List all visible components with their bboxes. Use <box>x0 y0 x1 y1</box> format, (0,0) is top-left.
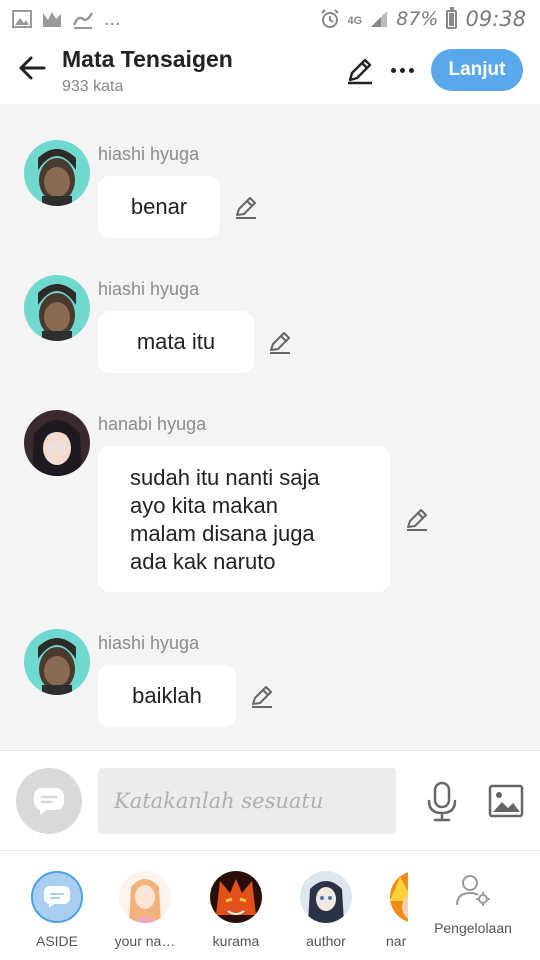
management-button[interactable]: Pengelolaan <box>428 873 518 936</box>
sender-name: hiashi hyuga <box>98 279 200 299</box>
character-label: your na… <box>114 933 176 949</box>
avatar[interactable] <box>24 629 90 695</box>
status-bar: ... 4G 87% 09:38 <box>0 0 540 38</box>
character-your-name[interactable]: your na… <box>110 871 180 949</box>
chat-area[interactable]: hiashi hyuga benar hiashi hyuga mata itu… <box>0 104 540 750</box>
avatar[interactable] <box>24 275 90 341</box>
image-gallery-icon[interactable] <box>488 784 524 818</box>
character-aside[interactable]: ASIDE <box>22 871 92 949</box>
message-bubble[interactable]: baiklah <box>98 665 236 727</box>
edit-pencil-icon[interactable] <box>344 54 376 86</box>
character-label: nar <box>386 933 407 949</box>
aside-avatar <box>31 871 83 923</box>
character-bar: ASIDE your na… kurama author nar Pengelo… <box>0 850 540 960</box>
character-label: author <box>306 933 346 949</box>
message-bubble[interactable]: sudah itu nanti saja ayo kita makan mala… <box>98 446 390 592</box>
sender-name: hiashi hyuga <box>98 144 200 164</box>
more-options-icon[interactable] <box>386 54 418 86</box>
battery-percent: 87% <box>396 8 439 30</box>
character-naruto[interactable]: nar <box>364 871 408 949</box>
avatar[interactable] <box>24 410 90 476</box>
notification-icons: ... <box>12 8 121 31</box>
avatar <box>119 871 171 923</box>
app-notification-icon <box>72 12 94 29</box>
character-label: kurama <box>212 933 260 949</box>
message-bubble[interactable]: mata itu <box>98 311 254 373</box>
microphone-icon[interactable] <box>424 781 460 823</box>
chat-bubble-icon <box>44 886 70 908</box>
image-notification-icon <box>12 10 32 28</box>
alarm-icon <box>320 9 339 28</box>
avatar[interactable] <box>24 140 90 206</box>
story-title: Mata Tensaigen <box>62 46 233 72</box>
user-settings-icon <box>456 875 490 906</box>
word-count: 933 kata <box>62 78 124 95</box>
sender-name: hiashi hyuga <box>98 633 200 653</box>
edit-message-icon[interactable] <box>267 329 293 355</box>
avatar <box>210 871 262 923</box>
battery-icon <box>446 6 458 29</box>
app-header: Mata Tensaigen 933 kata Lanjut <box>0 38 540 104</box>
message-bubble[interactable]: benar <box>98 176 220 238</box>
message-composer <box>0 750 540 850</box>
aside-toggle-button[interactable] <box>16 768 82 834</box>
avatar <box>300 871 352 923</box>
more-notifications: ... <box>104 7 121 30</box>
chart-notification-icon <box>43 12 61 27</box>
edit-message-icon[interactable] <box>233 194 259 220</box>
edit-message-icon[interactable] <box>404 506 430 532</box>
character-author[interactable]: author <box>291 871 361 949</box>
clock: 09:38 <box>465 7 526 31</box>
next-button[interactable]: Lanjut <box>431 49 523 91</box>
system-icons: 4G 87% 09:38 <box>320 6 526 31</box>
character-kurama[interactable]: kurama <box>201 871 271 949</box>
avatar <box>390 871 408 923</box>
message-input[interactable] <box>98 768 396 834</box>
back-arrow-icon[interactable] <box>14 50 50 86</box>
management-label: Pengelolaan <box>434 920 512 936</box>
character-label: ASIDE <box>35 933 78 949</box>
edit-message-icon[interactable] <box>249 683 275 709</box>
chat-bubble-icon <box>34 788 64 815</box>
network-type: 4G <box>347 15 363 27</box>
signal-icon <box>371 11 388 27</box>
sender-name: hanabi hyuga <box>98 414 207 434</box>
